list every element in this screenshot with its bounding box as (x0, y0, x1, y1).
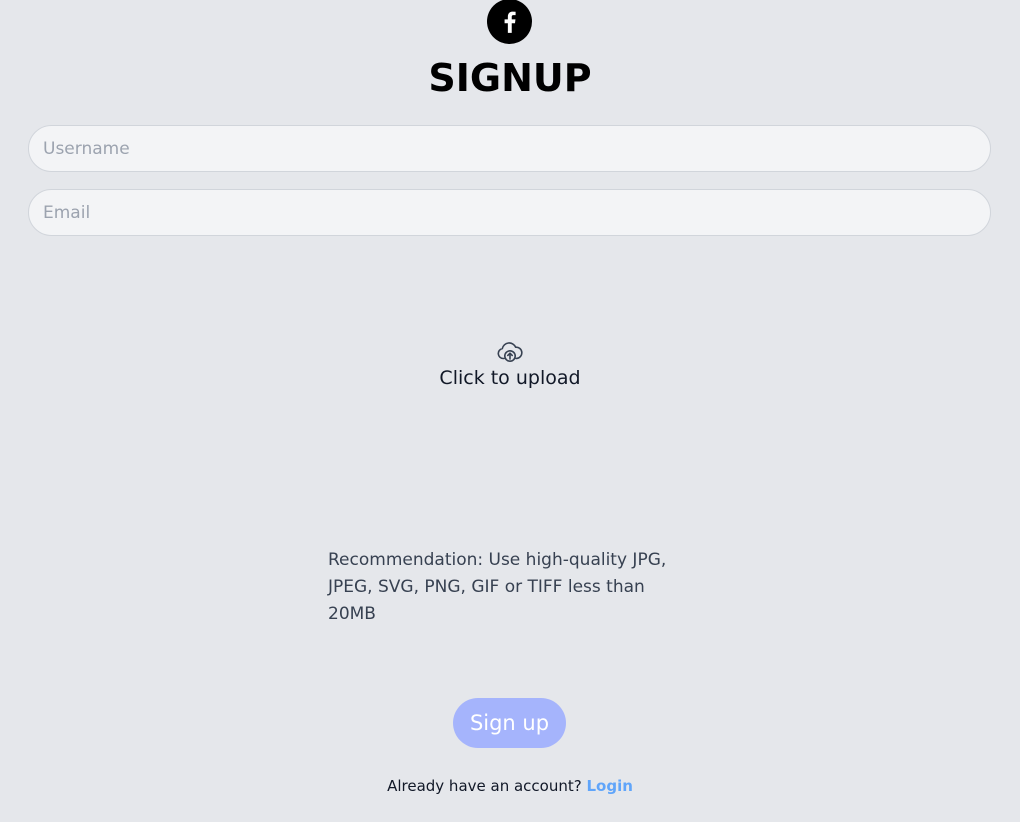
login-link[interactable]: Login (586, 777, 632, 795)
upload-label: Click to upload (439, 367, 581, 389)
email-input[interactable] (28, 189, 991, 236)
upload-dropzone[interactable]: Click to upload (410, 340, 610, 404)
upload-recommendation: Recommendation: Use high-quality JPG, JP… (328, 547, 688, 628)
login-prompt-text: Already have an account? (387, 777, 582, 795)
facebook-logo-icon (487, 0, 532, 44)
facebook-f-icon (504, 11, 516, 33)
recommendation-line-2: JPEG, SVG, PNG, GIF or TIFF less than 20… (328, 577, 645, 624)
recommendation-line-1: Recommendation: Use high-quality JPG, (328, 550, 667, 570)
signup-button[interactable]: Sign up (453, 698, 566, 748)
page-title: SIGNUP (428, 56, 592, 100)
cloud-upload-icon (497, 342, 523, 362)
username-input[interactable] (28, 125, 991, 172)
login-prompt: Already have an account? Login (0, 776, 1020, 796)
